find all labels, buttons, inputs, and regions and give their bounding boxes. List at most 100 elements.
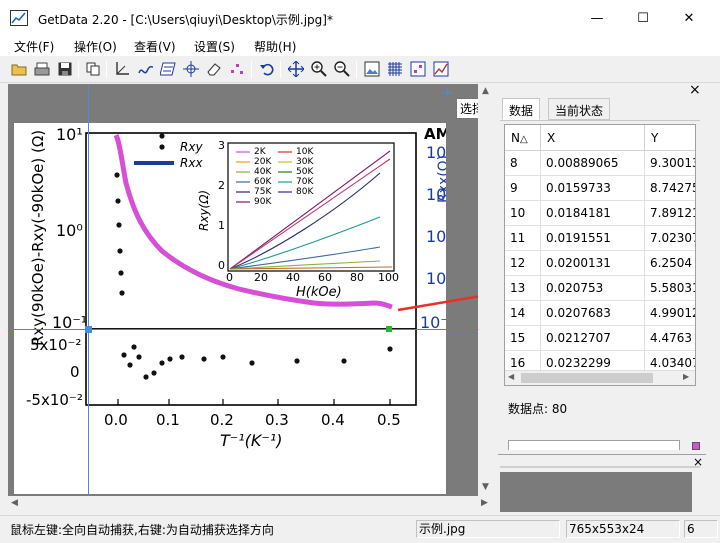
inset-ylabel: Rxy(Ω) — [197, 189, 211, 231]
minimize-icon: — — [590, 10, 604, 26]
bottom-ytick-1: 5x10⁻² — [30, 336, 82, 354]
undo-button[interactable] — [258, 60, 276, 78]
figure-left-ylabel: Rxy(90kOe)-Rxy(-90kOe) (Ω) — [29, 129, 47, 346]
inset-legend-70k: 70K — [296, 177, 314, 187]
menu-file[interactable]: 文件(F) — [14, 38, 54, 55]
points-button[interactable] — [228, 60, 246, 78]
save-button[interactable] — [56, 60, 74, 78]
panel-close-icon[interactable]: × — [689, 82, 701, 98]
cell-y: 4.4763 — [645, 326, 695, 351]
cell-n: 15 — [505, 326, 541, 351]
inset-xtick-2: 20 — [254, 271, 268, 284]
maximize-icon: ☐ — [637, 10, 649, 26]
zoom-in-icon — [311, 61, 327, 77]
right-ytick-1: 10³ — [426, 143, 446, 162]
table-row[interactable]: 8 0.00889065 9.30013 — [505, 151, 695, 176]
line-digitize-button[interactable] — [137, 60, 155, 78]
scroll-up-icon[interactable]: ▲ — [482, 86, 489, 96]
figure-image: Rxy(90kOe)-Rxy(-90kOe) (Ω) Rxx(Ω) AM9 Rx… — [14, 123, 446, 494]
zoom-in-button[interactable] — [310, 60, 328, 78]
show-graph-button[interactable] — [432, 60, 450, 78]
grid-scroll-thumb[interactable] — [521, 373, 653, 383]
status-bar: 鼠标左键:全向自动捕获,右键:为自动捕获选择方向 示例.jpg 765x553x… — [0, 515, 720, 543]
tab-data[interactable]: 数据 — [502, 98, 541, 120]
grid-horizontal-scrollbar[interactable]: ◀ ▶ — [505, 370, 695, 385]
panel-combo[interactable] — [508, 440, 680, 450]
table-row[interactable]: 11 0.0191551 7.02307 — [505, 226, 695, 251]
vertical-crosshair — [88, 84, 89, 496]
scanner-icon — [34, 62, 50, 76]
scroll-right-icon[interactable]: ▶ — [481, 498, 488, 508]
grid-scroll-left-icon[interactable]: ◀ — [508, 372, 514, 381]
inset-xtick-3: 40 — [286, 271, 300, 284]
show-points-button[interactable] — [409, 60, 427, 78]
plot-points-icon — [410, 61, 426, 77]
legend-rxx-label: Rxx — [180, 156, 203, 170]
minimize-button[interactable]: — — [574, 0, 620, 36]
scroll-down-icon[interactable]: ▼ — [482, 482, 489, 492]
close-button[interactable]: ✕ — [666, 0, 712, 36]
scroll-left-icon[interactable]: ◀ — [11, 498, 18, 508]
table-row[interactable]: 14 0.0207683 4.99012 — [505, 301, 695, 326]
tab-current-status[interactable]: 当前状态 — [548, 98, 611, 120]
grid-button[interactable] — [386, 60, 404, 78]
lower-panel-header — [500, 466, 700, 468]
data-panel: × 数据 当前状态 N△ X Y 8 0.00889065 9.30013 9 … — [496, 82, 720, 512]
table-row[interactable]: 13 0.020753 5.58031 — [505, 276, 695, 301]
xtick-5: 0.4 — [321, 411, 345, 429]
floppy-disk-icon — [58, 62, 72, 76]
data-grid[interactable]: N△ X Y 8 0.00889065 9.30013 9 0.0159733 … — [504, 124, 696, 386]
inset-xlabel: H(kOe) — [296, 285, 342, 300]
menu-settings[interactable]: 设置(S) — [194, 38, 235, 55]
menu-bar: 文件(F) 操作(O) 查看(V) 设置(S) 帮助(H) — [0, 36, 720, 56]
scan-button[interactable] — [33, 60, 51, 78]
eraser-icon — [207, 63, 221, 76]
point-capture-button[interactable] — [182, 60, 200, 78]
cell-y: 6.2504 — [645, 251, 695, 276]
cell-n: 14 — [505, 301, 541, 326]
grid-icon — [388, 62, 402, 76]
cell-y: 9.30013 — [645, 151, 695, 176]
cell-n: 10 — [505, 201, 541, 226]
panel-divider — [498, 454, 706, 455]
table-row[interactable]: 15 0.0212707 4.4763 — [505, 326, 695, 351]
curve-icon — [138, 65, 154, 74]
inset-ytick-4: 0 — [218, 259, 225, 272]
cell-x: 0.0191551 — [541, 226, 645, 251]
zoom-out-icon — [334, 61, 350, 77]
xtick-2: 0.1 — [156, 411, 180, 429]
table-row[interactable]: 12 0.0200131 6.2504 — [505, 251, 695, 276]
grid-scroll-right-icon[interactable]: ▶ — [683, 372, 689, 381]
area-digitize-button[interactable] — [159, 60, 177, 78]
eraser-button[interactable] — [205, 60, 223, 78]
status-hint: 鼠标左键:全向自动捕获,右键:为自动捕获选择方向 — [10, 523, 274, 537]
top-ytick-2: 10⁰ — [56, 221, 83, 240]
col-header-y[interactable]: Y — [645, 125, 695, 151]
zoom-out-button[interactable] — [333, 60, 351, 78]
inset-legend-80k: 80K — [296, 187, 314, 197]
cell-x: 0.0184181 — [541, 201, 645, 226]
menu-view[interactable]: 查看(V) — [134, 38, 176, 55]
menu-help[interactable]: 帮助(H) — [254, 38, 296, 55]
col-header-n[interactable]: N△ — [505, 125, 541, 151]
maximize-button[interactable]: ☐ — [620, 0, 666, 36]
image-canvas[interactable]: Rxy(90kOe)-Rxy(-90kOe) (Ω) Rxx(Ω) AM9 Rx… — [8, 84, 495, 496]
color-swatch[interactable] — [692, 442, 700, 450]
horizontal-axis-line — [8, 329, 478, 330]
canvas-horizontal-scrollbar[interactable]: ◀ ▶ — [8, 496, 495, 513]
col-header-x[interactable]: X — [541, 125, 645, 151]
menu-operate[interactable]: 操作(O) — [74, 38, 117, 55]
status-filename: 示例.jpg — [416, 520, 560, 538]
set-axes-button[interactable] — [113, 60, 131, 78]
open-file-button[interactable] — [10, 60, 28, 78]
cell-n: 13 — [505, 276, 541, 301]
canvas-vertical-scrollbar[interactable]: ▲ ▼ — [478, 84, 495, 496]
undo-icon — [260, 63, 274, 76]
image-view-button[interactable] — [363, 60, 381, 78]
copy-button[interactable] — [84, 60, 102, 78]
pan-button[interactable] — [287, 60, 305, 78]
table-row[interactable]: 9 0.0159733 8.74275 — [505, 176, 695, 201]
cell-y: 5.58031 — [645, 276, 695, 301]
table-row[interactable]: 10 0.0184181 7.89121 — [505, 201, 695, 226]
cell-n: 9 — [505, 176, 541, 201]
